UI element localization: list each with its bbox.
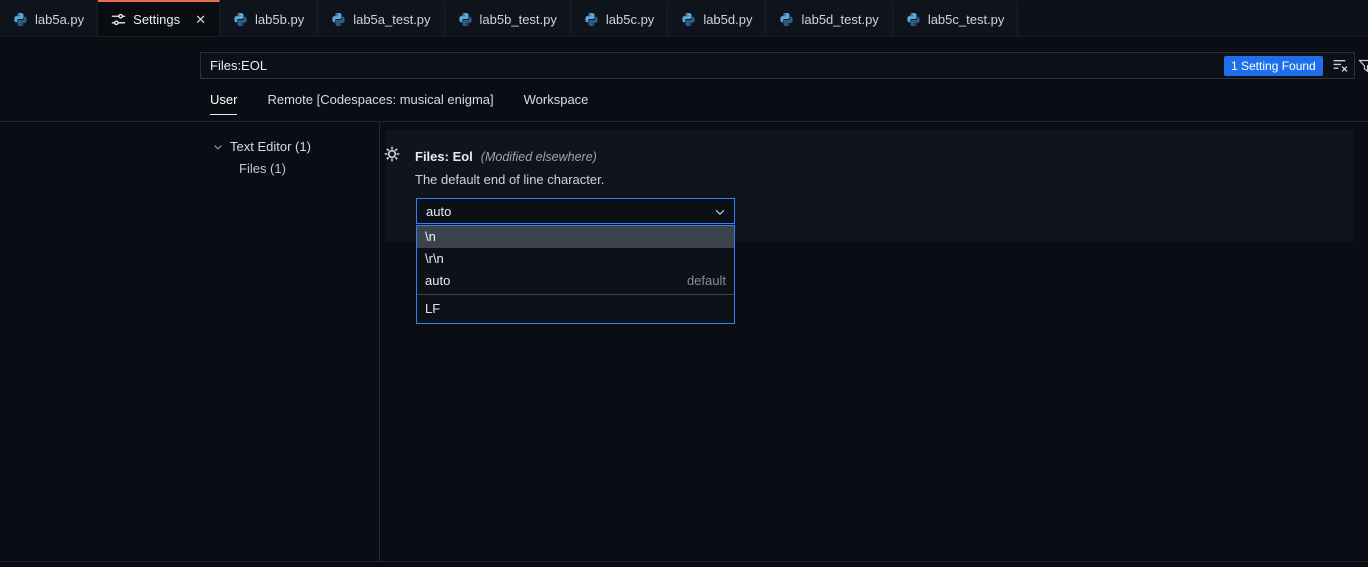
settings-search-input[interactable] (200, 52, 1355, 79)
tab-label: lab5d_test.py (801, 11, 879, 27)
tab-lab5d-test-py[interactable]: lab5d_test.py (766, 0, 893, 36)
chevron-down-icon (212, 141, 224, 153)
gear-icon[interactable] (384, 146, 400, 162)
toc-item-label: Files (1) (239, 161, 286, 176)
scope-tab-user[interactable]: User (210, 92, 238, 115)
python-icon (458, 12, 473, 27)
tab-label: lab5a_test.py (353, 11, 431, 27)
python-icon (584, 12, 599, 27)
modified-elsewhere-note: (Modified elsewhere) (480, 150, 597, 164)
toc-item-files[interactable]: Files (1) (239, 161, 286, 176)
python-icon (13, 12, 28, 27)
clear-search-results-icon[interactable] (1332, 57, 1349, 74)
tab-label: lab5a.py (35, 11, 85, 27)
dropdown-option-auto[interactable]: auto default (417, 270, 734, 292)
filter-icon[interactable] (1357, 58, 1368, 74)
tab-lab5c-test-py[interactable]: lab5c_test.py (892, 0, 1019, 36)
tab-lab5b-py[interactable]: lab5b.py (220, 0, 319, 36)
toc-item-text-editor[interactable]: Text Editor (1) (212, 139, 311, 154)
eol-select[interactable]: auto (416, 198, 735, 224)
tab-label: lab5d.py (703, 11, 753, 27)
eol-select-dropdown: \n \r\n auto default LF (416, 225, 735, 324)
python-icon (779, 12, 794, 27)
python-icon (906, 12, 921, 27)
scope-tab-workspace[interactable]: Workspace (524, 92, 589, 115)
tab-label: lab5b.py (255, 11, 305, 27)
setting-title-text: Files: Eol (415, 149, 473, 164)
dropdown-option-description: LF (425, 301, 441, 316)
setting-title: Files: Eol (Modified elsewhere) (415, 149, 597, 164)
tab-label: Settings (133, 11, 181, 27)
settings-count-badge: 1 Setting Found (1224, 55, 1323, 76)
search-controls: 1 Setting Found (1224, 55, 1368, 76)
tab-label: lab5c_test.py (927, 11, 1005, 27)
tab-lab5a-py[interactable]: lab5a.py (0, 0, 99, 36)
python-icon (233, 12, 248, 27)
chevron-down-icon (713, 205, 727, 222)
settings-sliders-icon (111, 12, 126, 27)
python-icon (681, 12, 696, 27)
tab-label: lab5b_test.py (479, 11, 557, 27)
tab-label: lab5c.py (605, 11, 655, 27)
toc-item-label: Text Editor (1) (230, 139, 311, 154)
setting-description: The default end of line character. (415, 172, 605, 187)
python-icon (331, 12, 346, 27)
tab-lab5d-py[interactable]: lab5d.py (668, 0, 767, 36)
tab-lab5c-py[interactable]: lab5c.py (570, 0, 669, 36)
toc-settings-divider (379, 122, 380, 561)
dropdown-option-crlf-escape[interactable]: \r\n (417, 248, 734, 270)
tab-settings[interactable]: Settings ✕ (98, 0, 221, 36)
settings-scope-tabs: User Remote [Codespaces: musical enigma]… (210, 92, 588, 115)
tab-lab5a-test-py[interactable]: lab5a_test.py (318, 0, 445, 36)
settings-header-divider (0, 121, 1368, 122)
dropdown-option-lf-escape[interactable]: \n (417, 226, 734, 248)
eol-select-value: auto (426, 203, 452, 219)
tab-lab5b-test-py[interactable]: lab5b_test.py (444, 0, 571, 36)
scope-tab-remote[interactable]: Remote [Codespaces: musical enigma] (267, 92, 493, 115)
statusbar-edge (0, 562, 1368, 567)
default-option-badge: default (686, 273, 726, 288)
vscode-window: lab5a.py Settings ✕ lab5b.py lab5a_test.… (0, 0, 1368, 567)
editor-tab-bar: lab5a.py Settings ✕ lab5b.py lab5a_test.… (0, 0, 1368, 37)
close-icon[interactable]: ✕ (195, 13, 206, 26)
